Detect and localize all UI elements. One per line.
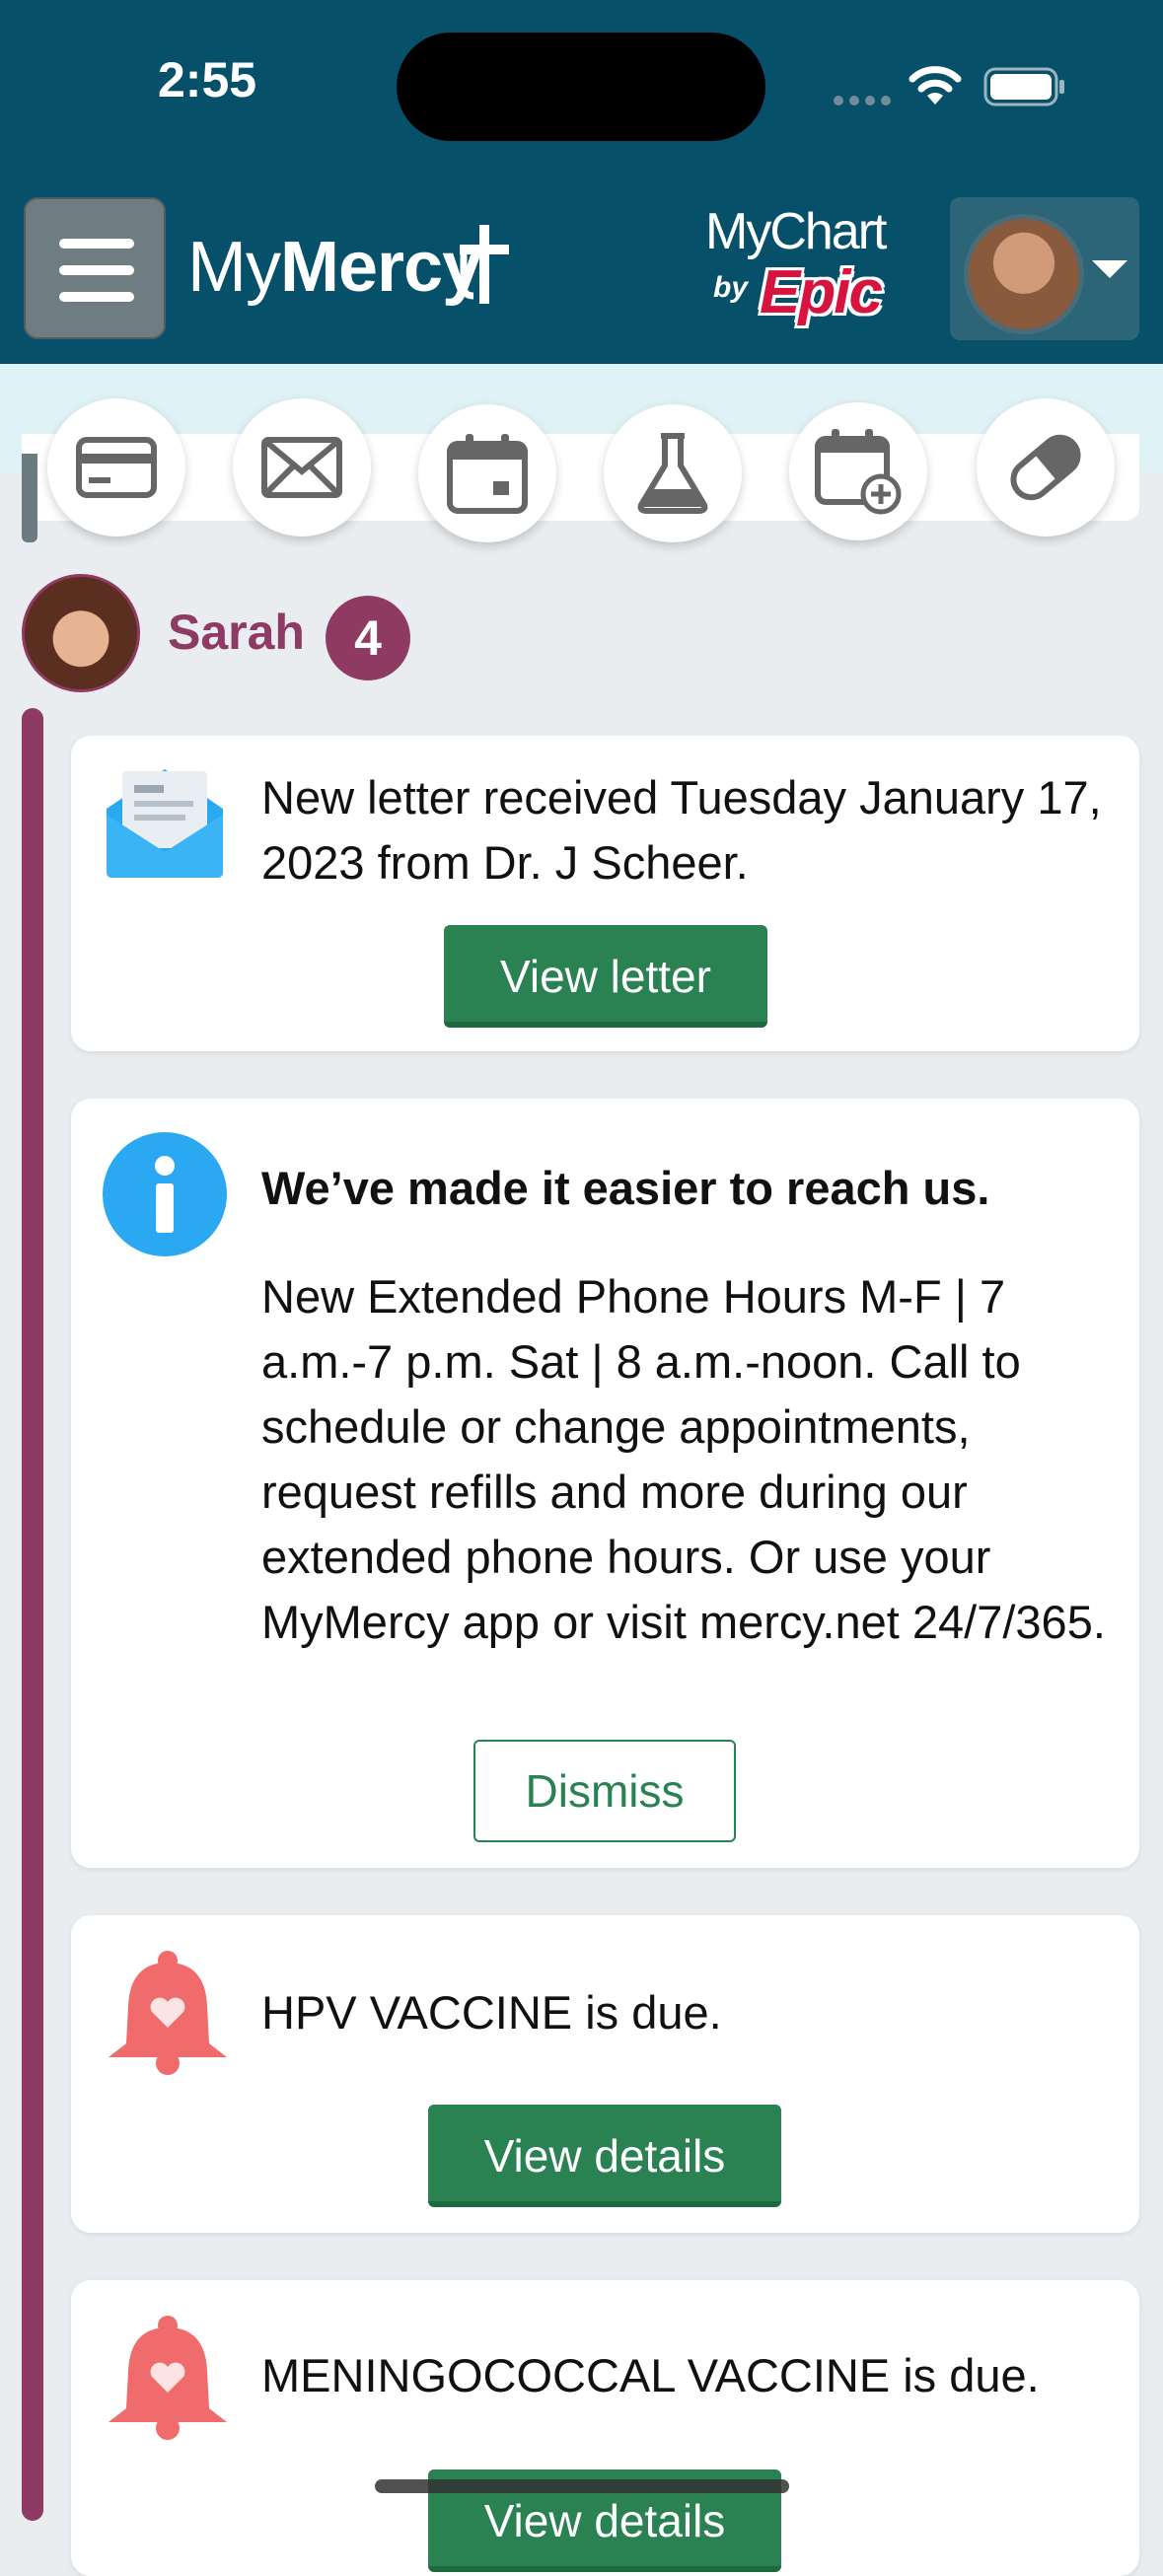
meningococcal-card-text: MENINGOCOCCAL VACCINE is due. bbox=[261, 2349, 1040, 2401]
info-icon bbox=[103, 1132, 227, 1256]
wifi-icon bbox=[909, 66, 962, 105]
meningococcal-vaccine-card: MENINGOCOCCAL VACCINE is due. View detai… bbox=[71, 2280, 1139, 2576]
app-header: 2:55 MyMercy MyChart by Epic bbox=[0, 0, 1163, 364]
info-card-title: We’ve made it easier to reach us. bbox=[261, 1162, 990, 1214]
cellular-signal-icon bbox=[834, 93, 897, 110]
test-results-button[interactable] bbox=[604, 404, 742, 542]
account-switcher-button[interactable] bbox=[950, 197, 1139, 340]
epic-word: Epic bbox=[760, 258, 883, 326]
mercy-cross-icon bbox=[460, 225, 509, 304]
quick-actions-scroll-edge bbox=[22, 454, 37, 542]
messages-button[interactable] bbox=[233, 398, 371, 537]
billing-button[interactable] bbox=[47, 398, 185, 537]
envelope-icon bbox=[261, 437, 342, 498]
calendar-add-icon bbox=[815, 429, 902, 515]
main-menu-button[interactable] bbox=[24, 197, 166, 339]
letter-card-text: New letter received Tuesday January 17, … bbox=[261, 771, 1102, 889]
view-letter-button[interactable]: View letter bbox=[444, 925, 767, 1028]
quick-actions-strip bbox=[22, 434, 1139, 521]
mymercy-logo: MyMercy bbox=[187, 227, 481, 308]
battery-icon bbox=[983, 67, 1064, 107]
logo-light-text: My bbox=[187, 228, 281, 307]
user-avatar bbox=[964, 214, 1084, 334]
hpv-card-text: HPV VACCINE is due. bbox=[261, 1986, 722, 2039]
info-card: We’ve made it easier to reach us. New Ex… bbox=[71, 1099, 1139, 1868]
bell-heart-icon bbox=[109, 2316, 227, 2440]
person-feed-line bbox=[22, 708, 43, 2521]
dismiss-button[interactable]: Dismiss bbox=[473, 1740, 736, 1842]
mychart-epic-logo: MyChart by Epic bbox=[705, 202, 917, 330]
credit-card-icon bbox=[76, 437, 157, 498]
dynamic-island bbox=[397, 33, 765, 141]
pill-icon bbox=[1010, 434, 1081, 501]
appointments-button[interactable] bbox=[418, 404, 556, 542]
hpv-vaccine-card: HPV VACCINE is due. View details bbox=[71, 1915, 1139, 2233]
logo-bold-text: Mercy bbox=[279, 228, 481, 307]
calendar-icon bbox=[447, 434, 528, 514]
person-name: Sarah bbox=[168, 605, 305, 660]
flask-icon bbox=[637, 433, 708, 514]
chevron-down-icon bbox=[1092, 260, 1127, 278]
medications-button[interactable] bbox=[977, 398, 1115, 537]
schedule-appointment-button[interactable] bbox=[789, 402, 927, 540]
letter-card: New letter received Tuesday January 17, … bbox=[71, 736, 1139, 1051]
person-avatar bbox=[22, 574, 140, 692]
info-card-text: New Extended Phone Hours M-F | 7 a.m.-7 … bbox=[261, 1270, 1106, 1648]
status-time: 2:55 bbox=[158, 52, 257, 107]
hpv-view-details-button[interactable]: View details bbox=[428, 2105, 781, 2207]
bell-heart-icon bbox=[109, 1951, 227, 2075]
by-word: by bbox=[713, 271, 749, 304]
home-indicator bbox=[375, 2479, 789, 2493]
mychart-word: MyChart bbox=[705, 203, 887, 260]
notification-count-badge: 4 bbox=[326, 596, 410, 680]
open-letter-icon bbox=[107, 769, 223, 878]
